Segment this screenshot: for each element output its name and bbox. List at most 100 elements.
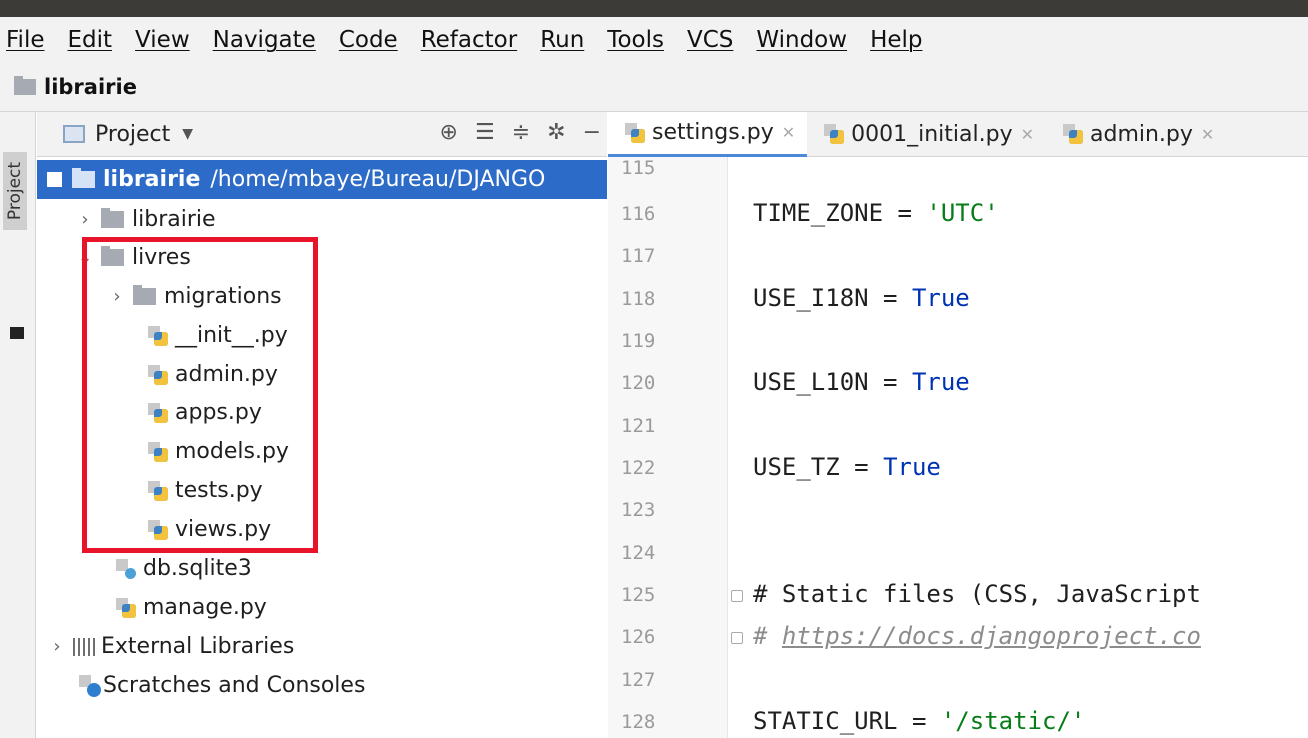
breadcrumb-project[interactable]: librairie — [44, 75, 137, 99]
menu-code[interactable]: Code — [339, 27, 398, 53]
line-number: 122 — [621, 457, 656, 479]
menu-edit[interactable]: Edit — [68, 27, 113, 53]
menu-help[interactable]: Help — [870, 27, 922, 53]
tree-item-librairie[interactable]: › librairie — [37, 200, 607, 239]
tree-root[interactable]: librairie /home/mbaye/Bureau/DJANGO — [37, 160, 607, 199]
line-number-gutter: 115 116 117 118 119 120 121 122 123 124 … — [608, 157, 728, 738]
docs-link[interactable]: https://docs.djangoproject.co — [782, 622, 1201, 650]
code-token: True — [911, 284, 970, 312]
tree-file[interactable]: db.sqlite3 — [37, 549, 607, 588]
line-number: 128 — [621, 711, 656, 733]
tree-label: views.py — [175, 517, 272, 542]
line-number: 127 — [621, 669, 656, 691]
close-icon[interactable]: ✕ — [1201, 125, 1214, 144]
expand-all-icon[interactable]: ☰ — [475, 120, 495, 145]
code-token: True — [911, 368, 970, 396]
tab-settings[interactable]: settings.py ✕ — [608, 111, 808, 157]
menu-refactor[interactable]: Refactor — [421, 27, 517, 53]
tree-path: /home/mbaye/Bureau/DJANGO — [210, 167, 546, 192]
menu-file[interactable]: File — [6, 27, 45, 53]
gear-icon[interactable]: ✲ — [547, 120, 565, 145]
folder-icon[interactable] — [10, 327, 24, 339]
python-file-icon — [147, 480, 169, 502]
project-tool-window-button[interactable]: Project — [3, 152, 27, 230]
python-file-icon — [147, 364, 169, 386]
tree-item-external-libraries[interactable]: › External Libraries — [37, 627, 607, 666]
tab-label: 0001_initial.py — [851, 121, 1013, 147]
close-icon[interactable]: ✕ — [782, 123, 795, 142]
hide-icon[interactable]: − — [583, 120, 601, 145]
tree-file[interactable]: manage.py — [37, 588, 607, 627]
folder-icon — [72, 168, 95, 188]
code-token: STATIC_URL — [753, 707, 898, 735]
python-file-icon — [624, 122, 646, 144]
python-file-icon — [147, 519, 169, 541]
project-view-selector[interactable]: Project — [95, 122, 170, 147]
line-number: 121 — [621, 415, 656, 437]
line-number: 116 — [621, 203, 656, 225]
collapse-all-icon[interactable]: ≑ — [512, 120, 530, 145]
menu-run[interactable]: Run — [540, 27, 584, 53]
code-token: = — [883, 199, 927, 227]
tree-item-scratches[interactable]: Scratches and Consoles — [37, 666, 607, 705]
line-number: 124 — [621, 542, 656, 564]
tree-label: db.sqlite3 — [143, 556, 252, 581]
tree-file[interactable]: admin.py — [37, 355, 607, 394]
fold-marker-icon[interactable] — [731, 590, 743, 602]
tree-item-migrations[interactable]: › migrations — [37, 277, 607, 316]
tab-admin[interactable]: admin.py ✕ — [1046, 112, 1226, 157]
menu-tools[interactable]: Tools — [607, 27, 664, 53]
menu-bar: File Edit View Navigate Code Refactor Ru… — [0, 17, 1308, 62]
scratches-icon — [79, 674, 101, 697]
menu-view[interactable]: View — [135, 27, 190, 53]
tab-label: admin.py — [1090, 121, 1193, 147]
code-line: STATIC_URL = '/static/' — [753, 707, 1085, 735]
tree-label: tests.py — [175, 478, 263, 503]
tree-label: __init__.py — [175, 323, 288, 348]
code-token: # — [753, 622, 782, 650]
line-number: 123 — [621, 499, 656, 521]
menu-vcs[interactable]: VCS — [687, 27, 733, 53]
code-token: TIME_ZONE — [753, 199, 884, 227]
line-number: 115 — [621, 157, 656, 179]
project-view-icon — [63, 125, 85, 143]
tree-item-livres[interactable]: ⌄ livres — [37, 238, 607, 277]
tree-file[interactable]: tests.py — [37, 471, 607, 510]
line-number: 125 — [621, 584, 656, 606]
project-toolbar: ⊕ ☰ ≑ ✲ − — [440, 120, 601, 145]
code-token: = — [868, 368, 912, 396]
locate-icon[interactable]: ⊕ — [440, 120, 458, 145]
library-icon — [73, 637, 95, 656]
chevron-right-icon[interactable]: › — [107, 286, 127, 307]
project-panel-header: Project ▼ ⊕ ☰ ≑ ✲ − — [37, 112, 607, 157]
project-tree: librairie /home/mbaye/Bureau/DJANGO › li… — [37, 157, 607, 738]
folder-icon — [101, 208, 124, 228]
close-icon[interactable]: ✕ — [1021, 125, 1034, 144]
tree-label: models.py — [175, 439, 289, 464]
tree-label: livres — [132, 245, 191, 270]
folder-icon — [133, 285, 156, 305]
menu-navigate[interactable]: Navigate — [213, 27, 316, 53]
chevron-down-icon[interactable]: ▼ — [182, 126, 193, 142]
python-file-icon — [1062, 123, 1084, 145]
tab-initial-migration[interactable]: 0001_initial.py ✕ — [807, 112, 1046, 157]
menu-window[interactable]: Window — [756, 27, 847, 53]
code-line: USE_TZ = True — [753, 453, 941, 481]
python-file-icon — [147, 325, 169, 347]
tree-file[interactable]: models.py — [37, 432, 607, 471]
tree-file[interactable]: views.py — [37, 510, 607, 549]
folder-icon — [101, 246, 124, 266]
chevron-right-icon[interactable]: › — [47, 636, 67, 657]
tree-file[interactable]: apps.py — [37, 393, 607, 432]
editor-tabs: settings.py ✕ 0001_initial.py ✕ admin.py… — [608, 111, 1308, 157]
fold-marker-icon[interactable] — [731, 632, 743, 644]
tree-file[interactable]: __init__.py — [37, 316, 607, 355]
code-line: USE_L10N = True — [753, 368, 970, 396]
tree-label: librairie — [132, 207, 216, 232]
chevron-right-icon[interactable]: › — [75, 209, 95, 230]
chevron-down-icon[interactable]: ⌄ — [75, 247, 95, 268]
line-number: 120 — [621, 372, 656, 394]
code-token: USE_I18N — [753, 284, 869, 312]
line-number: 126 — [621, 626, 656, 648]
code-editor[interactable]: 115 116 117 118 119 120 121 122 123 124 … — [608, 157, 1308, 738]
